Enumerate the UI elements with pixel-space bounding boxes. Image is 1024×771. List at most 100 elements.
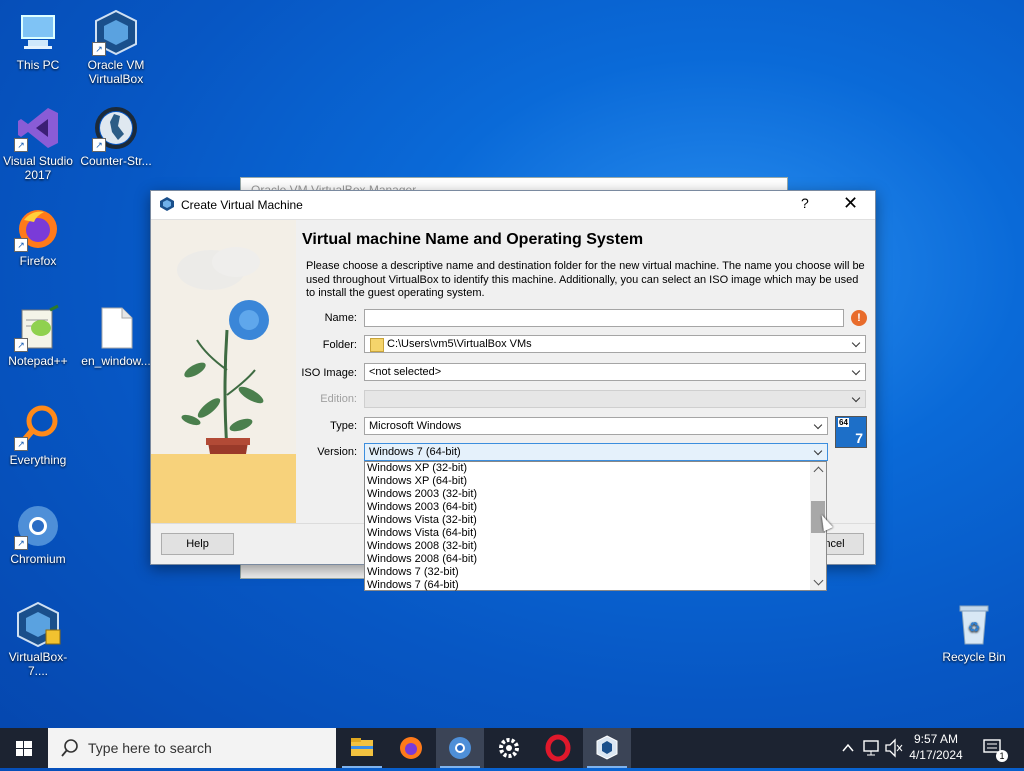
desktop-icon-label: Notepad++ — [8, 354, 68, 368]
os-version-badge: 7 — [855, 430, 863, 446]
taskbar-virtualbox[interactable] — [583, 728, 631, 768]
shortcut-arrow-icon: ↗ — [14, 536, 28, 550]
version-option[interactable]: Windows 2008 (64-bit) — [367, 553, 477, 566]
windows-logo-icon — [16, 741, 32, 756]
dialog-title: Create Virtual Machine — [181, 198, 303, 212]
version-option[interactable]: Windows Vista (64-bit) — [367, 527, 477, 540]
close-icon[interactable]: ✕ — [843, 193, 858, 214]
chromium-icon — [449, 737, 471, 759]
file-explorer-icon — [351, 738, 373, 756]
firefox-icon — [400, 737, 422, 759]
shortcut-arrow-icon: ↗ — [92, 138, 106, 152]
clock-time: 9:57 AM — [913, 732, 959, 746]
search-icon — [61, 739, 78, 757]
type-label: Type: — [330, 420, 357, 432]
search-placeholder: Type here to search — [88, 740, 212, 756]
version-option[interactable]: Windows 2008 (32-bit) — [367, 540, 477, 553]
shortcut-arrow-icon: ↗ — [92, 42, 106, 56]
chevron-up-icon[interactable] — [840, 728, 856, 768]
everything-search-icon: ↗ — [14, 403, 62, 451]
taskbar-settings[interactable] — [485, 728, 533, 768]
version-option[interactable]: Windows Vista (32-bit) — [367, 514, 477, 527]
version-option[interactable]: Windows 7 (32-bit) — [367, 566, 459, 579]
version-option[interactable]: Windows XP (64-bit) — [367, 475, 467, 488]
notification-center-button[interactable]: 1 — [980, 728, 1010, 768]
shortcut-arrow-icon: ↗ — [14, 238, 28, 252]
wizard-illustration — [151, 220, 296, 524]
virtualbox-installer-icon — [14, 600, 62, 648]
edition-combo — [364, 390, 866, 408]
taskbar-chromium[interactable] — [436, 728, 484, 768]
computer-icon — [14, 8, 62, 56]
iso-image-label: ISO Image: — [301, 367, 357, 379]
type-combo[interactable]: Microsoft Windows — [364, 417, 828, 435]
scroll-down-icon[interactable] — [813, 575, 824, 586]
help-icon[interactable]: ? — [801, 195, 809, 211]
desktop-icon-virtualbox-installer[interactable]: VirtualBox-7.... — [0, 600, 76, 678]
version-label: Version: — [317, 446, 357, 458]
firefox-icon: ↗ — [14, 204, 62, 252]
folder-combo[interactable]: C:\Users\vm5\VirtualBox VMs — [364, 335, 866, 353]
desktop-icon-label: Everything — [9, 453, 67, 467]
desktop-icon-label: This PC — [16, 58, 60, 72]
desktop-icon-oracle-vm-virtualbox[interactable]: ↗ Oracle VM VirtualBox — [78, 8, 154, 86]
iso-image-combo[interactable]: <not selected> — [364, 363, 866, 381]
scroll-up-icon[interactable] — [813, 466, 824, 477]
svg-text:♻: ♻ — [968, 619, 981, 635]
desktop-icon-en-windows-file[interactable]: en_window... — [78, 304, 154, 368]
visual-studio-icon: ↗ — [14, 104, 62, 152]
shortcut-arrow-icon: ↗ — [14, 437, 28, 451]
version-option[interactable]: Windows 7 (64-bit) — [367, 579, 459, 592]
version-combo[interactable]: Windows 7 (64-bit) — [364, 443, 828, 461]
name-label: Name: — [324, 312, 357, 324]
clock-date: 4/17/2024 — [909, 748, 963, 762]
virtualbox-icon — [160, 197, 174, 211]
desktop-icon-everything[interactable]: ↗ Everything — [0, 403, 76, 467]
volume-muted-icon[interactable] — [884, 728, 904, 768]
taskbar-file-explorer[interactable] — [338, 728, 386, 768]
desktop-icon-counter-strike[interactable]: ↗ Counter-Str... — [78, 104, 154, 168]
warning-icon: ! — [851, 310, 867, 326]
taskbar-opera[interactable] — [534, 728, 582, 768]
taskbar-firefox[interactable] — [387, 728, 435, 768]
network-icon[interactable] — [862, 728, 882, 768]
desktop-icon-label: Counter-Str... — [80, 154, 152, 168]
virtualbox-icon: ↗ — [92, 8, 140, 56]
version-option[interactable]: Windows XP (32-bit) — [367, 462, 467, 475]
taskbar-search-box[interactable]: Type here to search — [48, 728, 336, 768]
notification-count-badge: 1 — [996, 750, 1008, 762]
start-button[interactable] — [0, 728, 48, 768]
shortcut-arrow-icon: ↗ — [14, 138, 28, 152]
folder-icon — [370, 338, 384, 352]
taskbar: Type here to search 9:57 AM 4/17/2024 1 — [0, 728, 1024, 768]
desktop-icon-label: Visual Studio 2017 — [3, 154, 73, 182]
counter-strike-icon: ↗ — [92, 104, 140, 152]
taskbar-clock[interactable]: 9:57 AM 4/17/2024 — [904, 731, 968, 763]
page-heading: Virtual machine Name and Operating Syste… — [302, 231, 644, 248]
version-option[interactable]: Windows 2003 (32-bit) — [367, 488, 477, 501]
name-input[interactable] — [364, 309, 844, 327]
os-type-icon: 64 7 — [835, 416, 867, 448]
desktop-icon-chromium[interactable]: ↗ Chromium — [0, 502, 76, 566]
desktop-icon-notepad-plus-plus[interactable]: ↗ Notepad++ — [0, 304, 76, 368]
version-option[interactable]: Windows 2003 (64-bit) — [367, 501, 477, 514]
desktop-icon-label: VirtualBox-7.... — [8, 650, 68, 678]
notepad-plus-plus-icon: ↗ — [14, 304, 62, 352]
shortcut-arrow-icon: ↗ — [14, 338, 28, 352]
file-icon — [92, 304, 140, 352]
os-bits-badge: 64 — [838, 418, 849, 427]
desktop-icon-label: Chromium — [10, 552, 66, 566]
desktop-icon-label: Oracle VM VirtualBox — [87, 58, 145, 86]
desktop-icon-recycle-bin[interactable]: ♻ Recycle Bin — [936, 600, 1012, 664]
desktop-icon-this-pc[interactable]: This PC — [0, 8, 76, 72]
folder-label: Folder: — [322, 339, 357, 351]
page-description: Please choose a descriptive name and des… — [306, 260, 865, 299]
help-button[interactable]: Help — [161, 533, 234, 555]
folder-value: C:\Users\vm5\VirtualBox VMs — [387, 338, 532, 350]
opera-icon — [545, 734, 571, 762]
version-dropdown-list[interactable]: Windows XP (32-bit) Windows XP (64-bit) … — [364, 461, 827, 591]
desktop-icon-firefox[interactable]: ↗ Firefox — [0, 204, 76, 268]
dialog-titlebar[interactable]: Create Virtual Machine ? ✕ — [151, 191, 875, 220]
desktop-icon-visual-studio[interactable]: ↗ Visual Studio 2017 — [0, 104, 76, 182]
edition-label: Edition: — [320, 393, 357, 405]
